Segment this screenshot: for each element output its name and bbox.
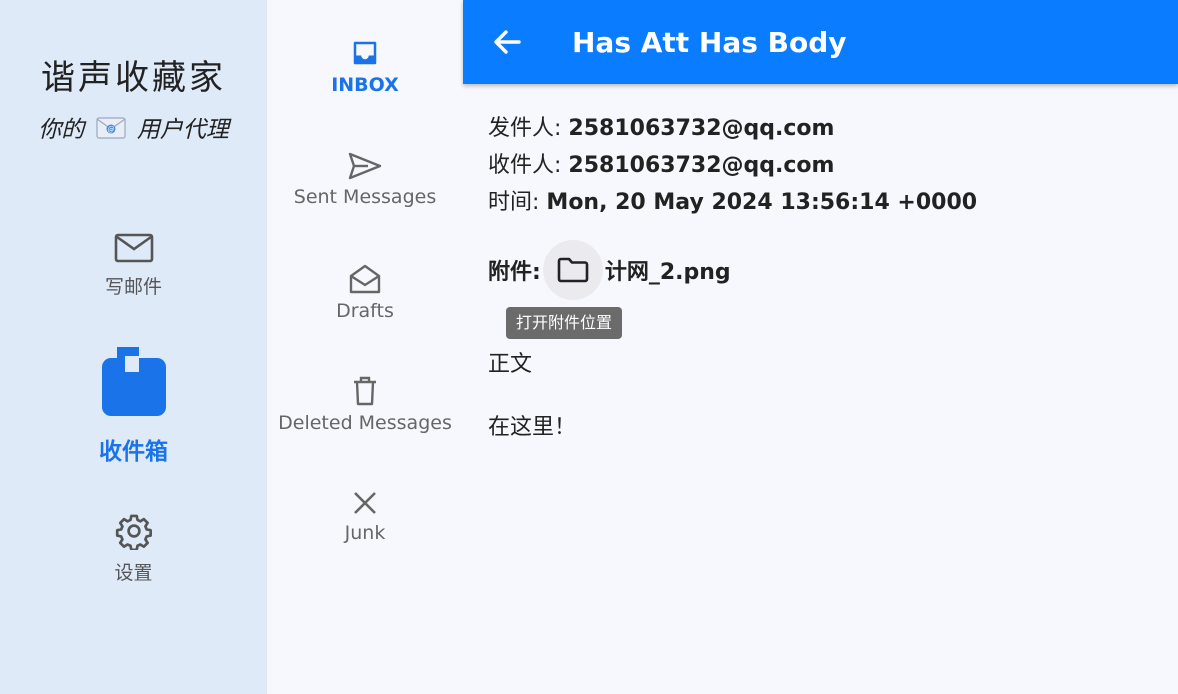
time-row: 时间: Mon, 20 May 2024 13:56:14 +0000 [488, 184, 1168, 221]
send-icon [348, 152, 382, 184]
envelope-emoji-icon: @ [95, 116, 126, 145]
rail-item-label: 写邮件 [104, 276, 162, 298]
arrow-left-icon [494, 30, 521, 54]
to-value: 2581063732@qq.com [568, 153, 835, 178]
from-label: 发件人: [488, 116, 562, 141]
folder-list: INBOX Sent Messages Drafts Deleted Messa… [267, 0, 463, 694]
folder-junk[interactable]: Junk [267, 490, 463, 544]
drafts-icon [349, 264, 381, 298]
folder-deleted[interactable]: Deleted Messages [267, 376, 463, 434]
gear-icon [115, 514, 153, 554]
rail-item-inbox[interactable]: 收件箱 [0, 346, 267, 466]
folder-drafts[interactable]: Drafts [267, 264, 463, 322]
back-button[interactable] [489, 24, 525, 60]
from-row: 发件人: 2581063732@qq.com [488, 110, 1168, 147]
app-subtitle: 你的 @ 用户代理 [0, 110, 267, 145]
attachment-row: 附件: 计网_2.png [488, 240, 731, 300]
folder-icon [557, 257, 589, 283]
subtitle-prefix: 你的 [38, 117, 85, 143]
trash-icon [352, 376, 378, 410]
app-window: 谐声收藏家 你的 @ 用户代理 写邮件 收件箱 设置 INBOX Sent Me… [0, 0, 1178, 694]
close-icon [352, 492, 378, 520]
attachment-label: 附件: [488, 260, 541, 285]
folder-label: Junk [344, 522, 386, 544]
message-subject: Has Att Has Body [572, 26, 847, 59]
to-row: 收件人: 2581063732@qq.com [488, 147, 1168, 184]
from-value: 2581063732@qq.com [568, 116, 835, 141]
folder-label: Sent Messages [293, 186, 437, 208]
rail-item-settings[interactable]: 设置 [0, 512, 267, 585]
rail-item-label: 收件箱 [99, 439, 168, 465]
message-body: 在这里！ [488, 415, 577, 440]
attachment-filename: 计网_2.png [604, 260, 731, 285]
body-label: 正文 [488, 352, 533, 377]
rail-item-label: 设置 [114, 562, 153, 584]
folder-inbox[interactable]: INBOX [267, 38, 463, 96]
time-value: Mon, 20 May 2024 13:56:14 +0000 [546, 190, 978, 215]
time-label: 时间: [488, 190, 540, 215]
mail-outline-icon [114, 233, 154, 268]
rail-item-compose[interactable]: 写邮件 [0, 232, 267, 299]
folder-label: Deleted Messages [278, 412, 452, 434]
to-label: 收件人: [488, 153, 562, 178]
attachment-tooltip: 打开附件位置 [506, 307, 623, 339]
folder-label: INBOX [331, 74, 399, 96]
subtitle-suffix: 用户代理 [136, 117, 229, 143]
open-attachment-folder-button[interactable] [542, 240, 603, 300]
folder-label: Drafts [336, 300, 394, 322]
mailbox-icon [101, 347, 167, 422]
folder-sent[interactable]: Sent Messages [267, 152, 463, 208]
navigation-rail: 谐声收藏家 你的 @ 用户代理 写邮件 收件箱 设置 [0, 0, 267, 694]
message-header: Has Att Has Body [463, 0, 1178, 84]
inbox-icon [350, 41, 380, 72]
app-title: 谐声收藏家 [41, 58, 226, 98]
message-meta: 发件人: 2581063732@qq.com 收件人: 2581063732@q… [488, 110, 1168, 221]
svg-text:@: @ [107, 125, 114, 133]
